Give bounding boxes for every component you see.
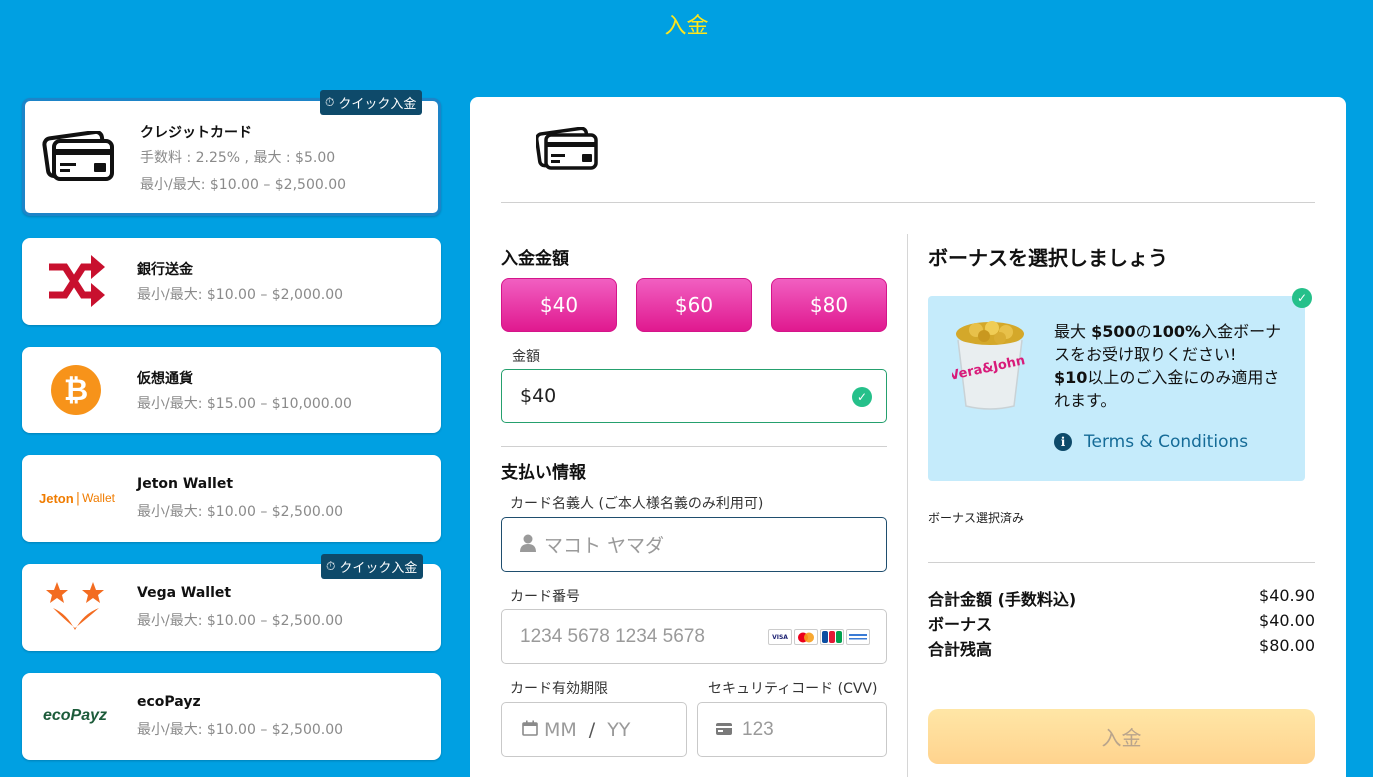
method-name: Vega Wallet <box>137 585 232 601</box>
preset-amount-button[interactable]: $40 <box>501 278 617 332</box>
method-limit: 最小/最大: $10.00 – $2,500.00 <box>137 504 344 520</box>
diners-icon <box>846 629 870 645</box>
jcb-icon <box>820 629 844 645</box>
amount-label: 金額 <box>512 349 540 365</box>
shuffle-arrows-icon <box>36 251 116 311</box>
bonus-selected-check-icon: ✓ <box>1292 288 1312 308</box>
ecopayz-logo: ecoPayz <box>42 707 108 724</box>
method-jeton-wallet[interactable]: Jeton | Wallet Jeton Wallet 最小/最大: $10.0… <box>22 455 441 542</box>
payment-info-title: 支払い情報 <box>501 463 586 483</box>
method-name: 銀行送金 <box>137 262 193 278</box>
method-name: 仮想通貨 <box>137 371 193 387</box>
preset-amount-button[interactable]: $80 <box>771 278 887 332</box>
summary-row: ボーナス $40.00 <box>928 611 1315 634</box>
method-fee: 手数料 : 2.25% , 最大 : $5.00 <box>140 150 336 166</box>
mastercard-icon <box>794 629 818 645</box>
vega-stars-icon <box>36 576 116 636</box>
expiry-label: カード有効期限 <box>510 681 608 697</box>
bonus-selected-note: ボーナス選択済み <box>928 511 1025 525</box>
svg-text:₿: ₿ <box>64 373 88 408</box>
bonus-title: ボーナスを選択しましょう <box>928 246 1168 270</box>
stopwatch-icon: ⏱ <box>325 95 335 109</box>
preset-amount-button[interactable]: $60 <box>636 278 752 332</box>
calendar-icon <box>522 720 538 740</box>
divider <box>928 562 1315 563</box>
check-icon: ✓ <box>852 387 872 407</box>
page-title: 入金 <box>664 14 709 39</box>
card-brands-icons: VISA <box>768 629 870 645</box>
deposit-submit-button[interactable]: 入金 <box>928 709 1315 764</box>
method-limit: 最小/最大: $15.00 – $10,000.00 <box>137 396 352 412</box>
method-name: Jeton Wallet <box>137 476 234 492</box>
amount-title: 入金金額 <box>501 249 569 269</box>
info-icon: i <box>1054 433 1072 451</box>
quick-deposit-badge: ⏱ クイック入金 <box>321 554 424 579</box>
card-icon <box>716 720 732 739</box>
cardholder-label: カード名義人 (ご本人様名義のみ利用可) <box>510 496 764 512</box>
credit-card-icon <box>534 126 600 175</box>
method-name: ecoPayz <box>137 694 201 710</box>
method-name: クレジットカード <box>140 125 252 141</box>
coin-bucket-image: Vera&John <box>948 320 1028 416</box>
cardholder-input[interactable]: マコト ヤマダ <box>501 517 887 572</box>
method-bank-transfer[interactable]: 銀行送金 最小/最大: $10.00 – $2,000.00 <box>22 238 441 325</box>
jeton-logo: Jeton | Wallet <box>39 490 115 506</box>
card-number-input[interactable]: 1234 5678 1234 5678 VISA <box>501 609 887 664</box>
method-crypto[interactable]: ₿ 仮想通貨 最小/最大: $15.00 – $10,000.00 <box>22 347 441 433</box>
divider <box>501 202 1315 203</box>
visa-icon: VISA <box>768 629 792 645</box>
method-limit: 最小/最大: $10.00 – $2,500.00 <box>137 613 344 629</box>
user-icon <box>520 534 536 556</box>
method-limit: 最小/最大: $10.00 – $2,500.00 <box>137 722 344 738</box>
summary-row: 合計金額 (手数料込) $40.90 <box>928 586 1315 609</box>
quick-deposit-badge: ⏱ クイック入金 <box>320 90 423 115</box>
method-limit: 最小/最大: $10.00 – $2,500.00 <box>140 177 347 193</box>
summary-row: 合計残高 $80.00 <box>928 636 1315 659</box>
deposit-panel: 入金金額 $40 $60 $80 金額 $40 ✓ 支払い情報 カード名義人 (… <box>470 97 1346 777</box>
bonus-card[interactable]: Vera&John 最大 $500の100%入金ボーナスをお受け取りください! … <box>928 296 1305 481</box>
terms-conditions-link[interactable]: i Terms & Conditions <box>1054 432 1248 452</box>
amount-input[interactable]: $40 ✓ <box>501 369 887 423</box>
method-ecopayz[interactable]: ecoPayz ecoPayz 最小/最大: $10.00 – $2,500.0… <box>22 673 441 760</box>
expiry-input[interactable]: MM / YY <box>501 702 687 757</box>
cvv-label: セキュリティコード (CVV) <box>708 681 878 697</box>
method-credit-card[interactable]: クレジットカード 手数料 : 2.25% , 最大 : $5.00 最小/最大:… <box>22 98 441 216</box>
credit-card-icon <box>39 126 119 186</box>
cvv-input[interactable]: 123 <box>697 702 887 757</box>
divider <box>501 446 887 447</box>
bitcoin-icon: ₿ <box>36 360 116 420</box>
column-divider <box>907 234 908 777</box>
stopwatch-icon: ⏱ <box>326 559 336 573</box>
bonus-description: 最大 $500の100%入金ボーナスをお受け取りください! $10以上のご入金に… <box>1054 322 1282 410</box>
method-limit: 最小/最大: $10.00 – $2,000.00 <box>137 287 344 303</box>
card-number-label: カード番号 <box>510 589 580 605</box>
